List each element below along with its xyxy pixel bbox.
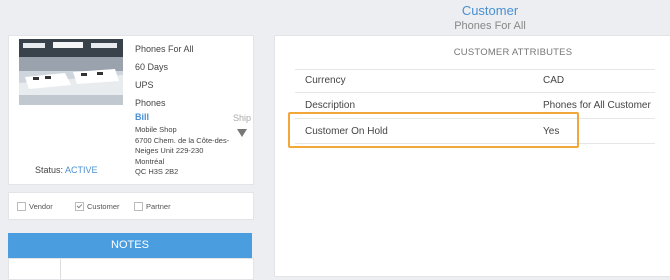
customer-label: Customer: [87, 202, 120, 211]
bill-address: Mobile Shop 6700 Chem. de la Côte-des- N…: [135, 125, 229, 178]
highlight-box: [288, 112, 579, 148]
carrier: UPS: [135, 80, 154, 90]
partner-checkbox[interactable]: [134, 202, 143, 211]
address-line: Neiges Unit 229-230: [135, 146, 204, 155]
status-line: Status: ACTIVE: [35, 165, 98, 175]
status-badge: ACTIVE: [65, 165, 98, 175]
customer-option[interactable]: Customer: [75, 202, 120, 211]
notes-divider: [60, 259, 61, 279]
store-photo: [19, 39, 123, 105]
ship-address-tab[interactable]: Ship: [233, 113, 251, 123]
bill-address-tab[interactable]: Bill: [135, 112, 149, 122]
customer-checkbox[interactable]: [75, 202, 84, 211]
company-name: Phones For All: [135, 44, 194, 54]
payment-terms: 60 Days: [135, 62, 169, 72]
address-line: QC H3S 2B2: [135, 167, 179, 176]
category: Phones: [135, 98, 166, 108]
divider: [295, 69, 655, 70]
vendor-option[interactable]: Vendor: [17, 202, 53, 211]
vendor-checkbox[interactable]: [17, 202, 26, 211]
attribute-value: Phones for All Customer: [543, 100, 651, 111]
partner-option[interactable]: Partner: [134, 202, 171, 211]
notes-header[interactable]: NOTES: [8, 233, 252, 258]
customer-profile-card: Phones For All 60 Days UPS Phones Bill M…: [8, 35, 254, 185]
vendor-label: Vendor: [29, 202, 53, 211]
address-line: 6700 Chem. de la Côte-des-: [135, 135, 230, 145]
chevron-down-icon[interactable]: [237, 129, 247, 137]
notes-panel: [8, 258, 254, 280]
attribute-label: Currency: [305, 75, 346, 86]
divider: [295, 92, 655, 93]
attributes-title: CUSTOMER ATTRIBUTES: [453, 47, 573, 58]
partner-label: Partner: [146, 202, 171, 211]
customer-attributes-card: CUSTOMER ATTRIBUTES Currency CAD Descrip…: [274, 35, 670, 277]
address-line: Montréal: [135, 156, 165, 166]
status-label: Status:: [35, 165, 64, 175]
attribute-value: CAD: [543, 75, 565, 86]
contact-type-options: Vendor Customer Partner: [8, 192, 254, 220]
attribute-label: Description: [305, 100, 356, 111]
page-title: Customer: [461, 3, 519, 18]
address-line: Mobile Shop: [135, 125, 177, 134]
page-subtitle: Phones For All: [454, 20, 526, 32]
